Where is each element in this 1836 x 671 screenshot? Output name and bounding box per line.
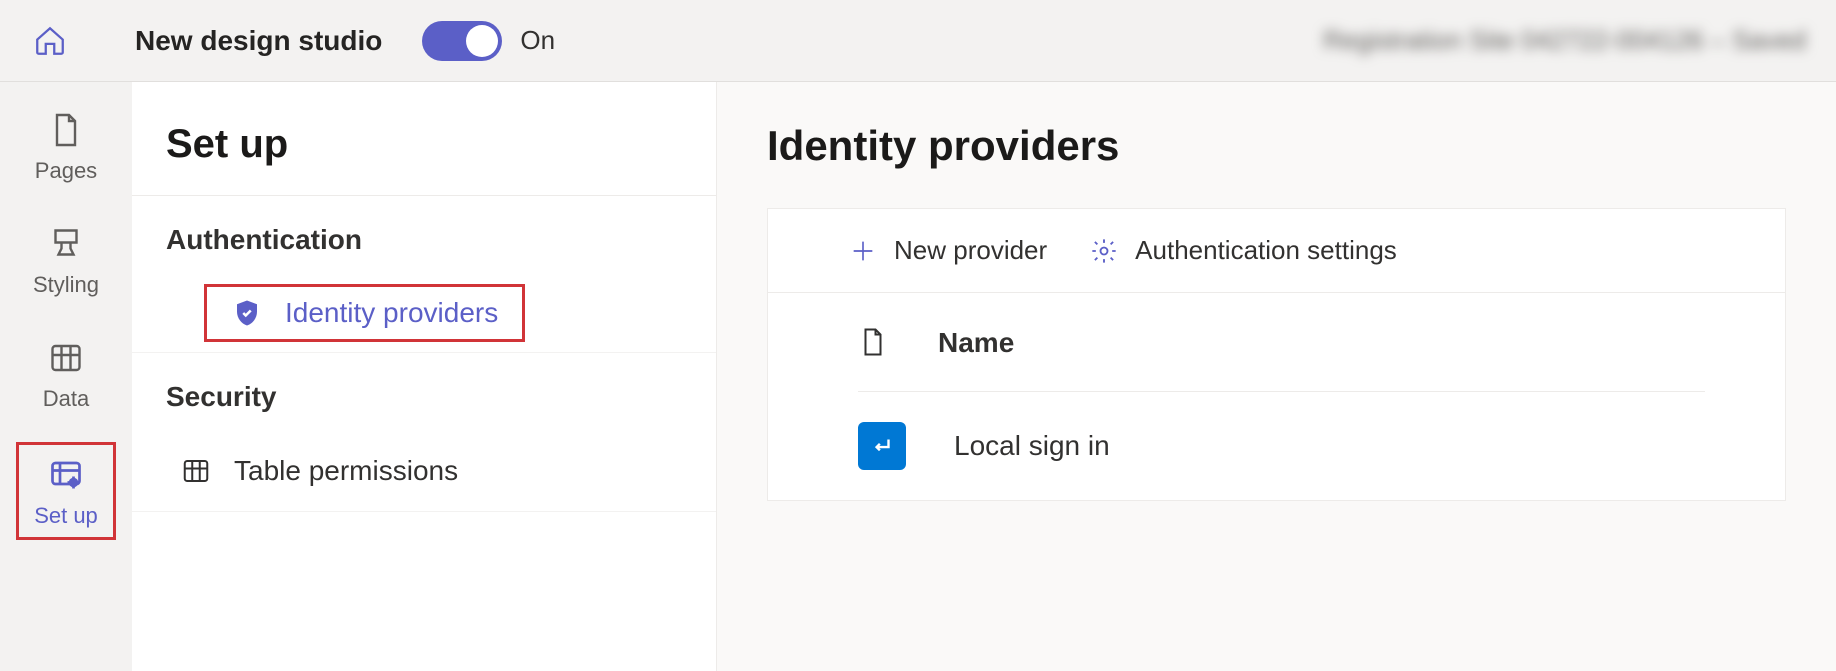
providers-card: New provider Authentication settings Nam…: [767, 208, 1786, 501]
column-name[interactable]: Name: [938, 327, 1014, 359]
toggle-label: On: [520, 25, 555, 56]
brush-icon: [46, 224, 86, 264]
table-header: Name: [858, 323, 1705, 392]
sidebar-item-label: Identity providers: [285, 297, 498, 329]
nav-label: Pages: [35, 158, 97, 184]
nav-label: Data: [43, 386, 89, 412]
home-icon[interactable]: [30, 21, 70, 61]
toggle-switch-icon[interactable]: [422, 21, 502, 61]
sidebar-item-identity-providers[interactable]: Identity providers: [132, 274, 716, 353]
table-row[interactable]: Local sign in: [858, 392, 1705, 470]
section-authentication: Authentication: [132, 196, 716, 274]
page-title: Identity providers: [767, 122, 1786, 170]
setup-side-panel: Set up Authentication Identity providers…: [132, 82, 717, 671]
nav-rail: Pages Styling Data Set up: [0, 82, 132, 671]
enter-key-icon: [858, 422, 906, 470]
panel-title: Set up: [132, 82, 716, 196]
command-bar: New provider Authentication settings: [768, 209, 1785, 293]
setup-icon: [46, 455, 86, 495]
new-provider-button[interactable]: New provider: [848, 235, 1047, 266]
top-bar: New design studio On Registration Site 0…: [0, 0, 1836, 82]
nav-item-styling[interactable]: Styling: [16, 214, 116, 306]
sidebar-item-label: Table permissions: [234, 455, 458, 487]
main-content: Identity providers New provider Authenti…: [717, 82, 1836, 671]
nav-item-pages[interactable]: Pages: [16, 100, 116, 192]
sidebar-item-table-permissions[interactable]: Table permissions: [132, 431, 716, 512]
site-status-text: Registration Site 042722-004126 – Saved: [1323, 25, 1806, 56]
page-icon: [46, 110, 86, 150]
row-name: Local sign in: [954, 430, 1110, 462]
cmd-label: Authentication settings: [1135, 235, 1397, 266]
gear-icon: [1089, 236, 1119, 266]
document-icon: [858, 323, 890, 363]
nav-label: Set up: [34, 503, 98, 529]
design-toggle[interactable]: On: [422, 21, 555, 61]
nav-label: Styling: [33, 272, 99, 298]
section-security: Security: [132, 353, 716, 431]
cmd-label: New provider: [894, 235, 1047, 266]
plus-icon: [848, 236, 878, 266]
auth-settings-button[interactable]: Authentication settings: [1089, 235, 1397, 266]
table-icon: [180, 455, 212, 487]
nav-item-setup[interactable]: Set up: [16, 442, 116, 540]
shield-check-icon: [231, 297, 263, 329]
nav-item-data[interactable]: Data: [16, 328, 116, 420]
table-icon: [46, 338, 86, 378]
studio-title: New design studio: [135, 25, 382, 57]
